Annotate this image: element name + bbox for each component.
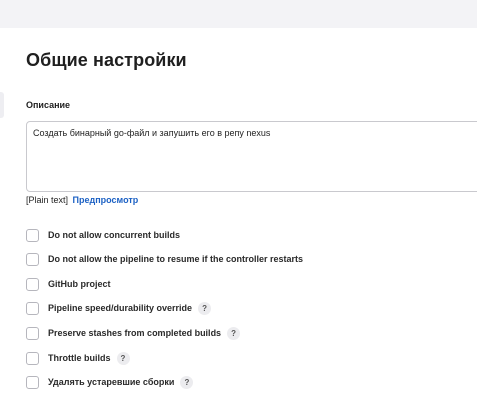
help-icon[interactable]: ? — [198, 301, 212, 315]
checkbox[interactable] — [26, 375, 39, 389]
option-label: Pipeline speed/durability override — [48, 303, 193, 313]
option-pipeline-resume[interactable]: Do not allow the pipeline to resume if t… — [26, 251, 303, 267]
help-icon[interactable]: ? — [227, 326, 241, 340]
help-icon[interactable]: ? — [116, 351, 130, 365]
preview-link[interactable]: Предпросмотр — [73, 195, 139, 205]
description-textarea[interactable]: Создать бинарный go-файл и запушить его … — [26, 121, 477, 192]
description-label: Описание — [26, 100, 71, 110]
option-label: Do not allow concurrent builds — [48, 230, 181, 240]
side-panel-tab[interactable] — [0, 92, 4, 118]
checkbox[interactable] — [26, 301, 39, 315]
description-format-line: [Plain text] Предпросмотр — [26, 195, 138, 205]
top-bar — [0, 0, 477, 28]
option-label: GitHub project — [48, 279, 111, 289]
option-label: Do not allow the pipeline to resume if t… — [48, 254, 304, 264]
help-icon[interactable]: ? — [180, 375, 194, 389]
option-github-project[interactable]: GitHub project — [26, 276, 111, 292]
option-durability-override[interactable]: Pipeline speed/durability override ? — [26, 300, 212, 316]
option-concurrent-builds[interactable]: Do not allow concurrent builds — [26, 227, 180, 243]
option-label: Удалять устаревшие сборки — [48, 377, 175, 387]
plain-text-label: [Plain text] — [26, 195, 69, 205]
option-discard-old-builds[interactable]: Удалять устаревшие сборки ? — [26, 374, 194, 390]
checkbox[interactable] — [26, 277, 39, 291]
option-preserve-stashes[interactable]: Preserve stashes from completed builds ? — [26, 325, 241, 341]
option-throttle-builds[interactable]: Throttle builds ? — [26, 350, 130, 366]
checkbox[interactable] — [26, 228, 39, 242]
checkbox[interactable] — [26, 351, 39, 365]
checkbox[interactable] — [26, 252, 39, 266]
option-label: Throttle builds — [48, 353, 111, 363]
checkbox[interactable] — [26, 326, 39, 340]
option-label: Preserve stashes from completed builds — [48, 328, 222, 338]
section-title: Общие настройки — [26, 50, 187, 70]
